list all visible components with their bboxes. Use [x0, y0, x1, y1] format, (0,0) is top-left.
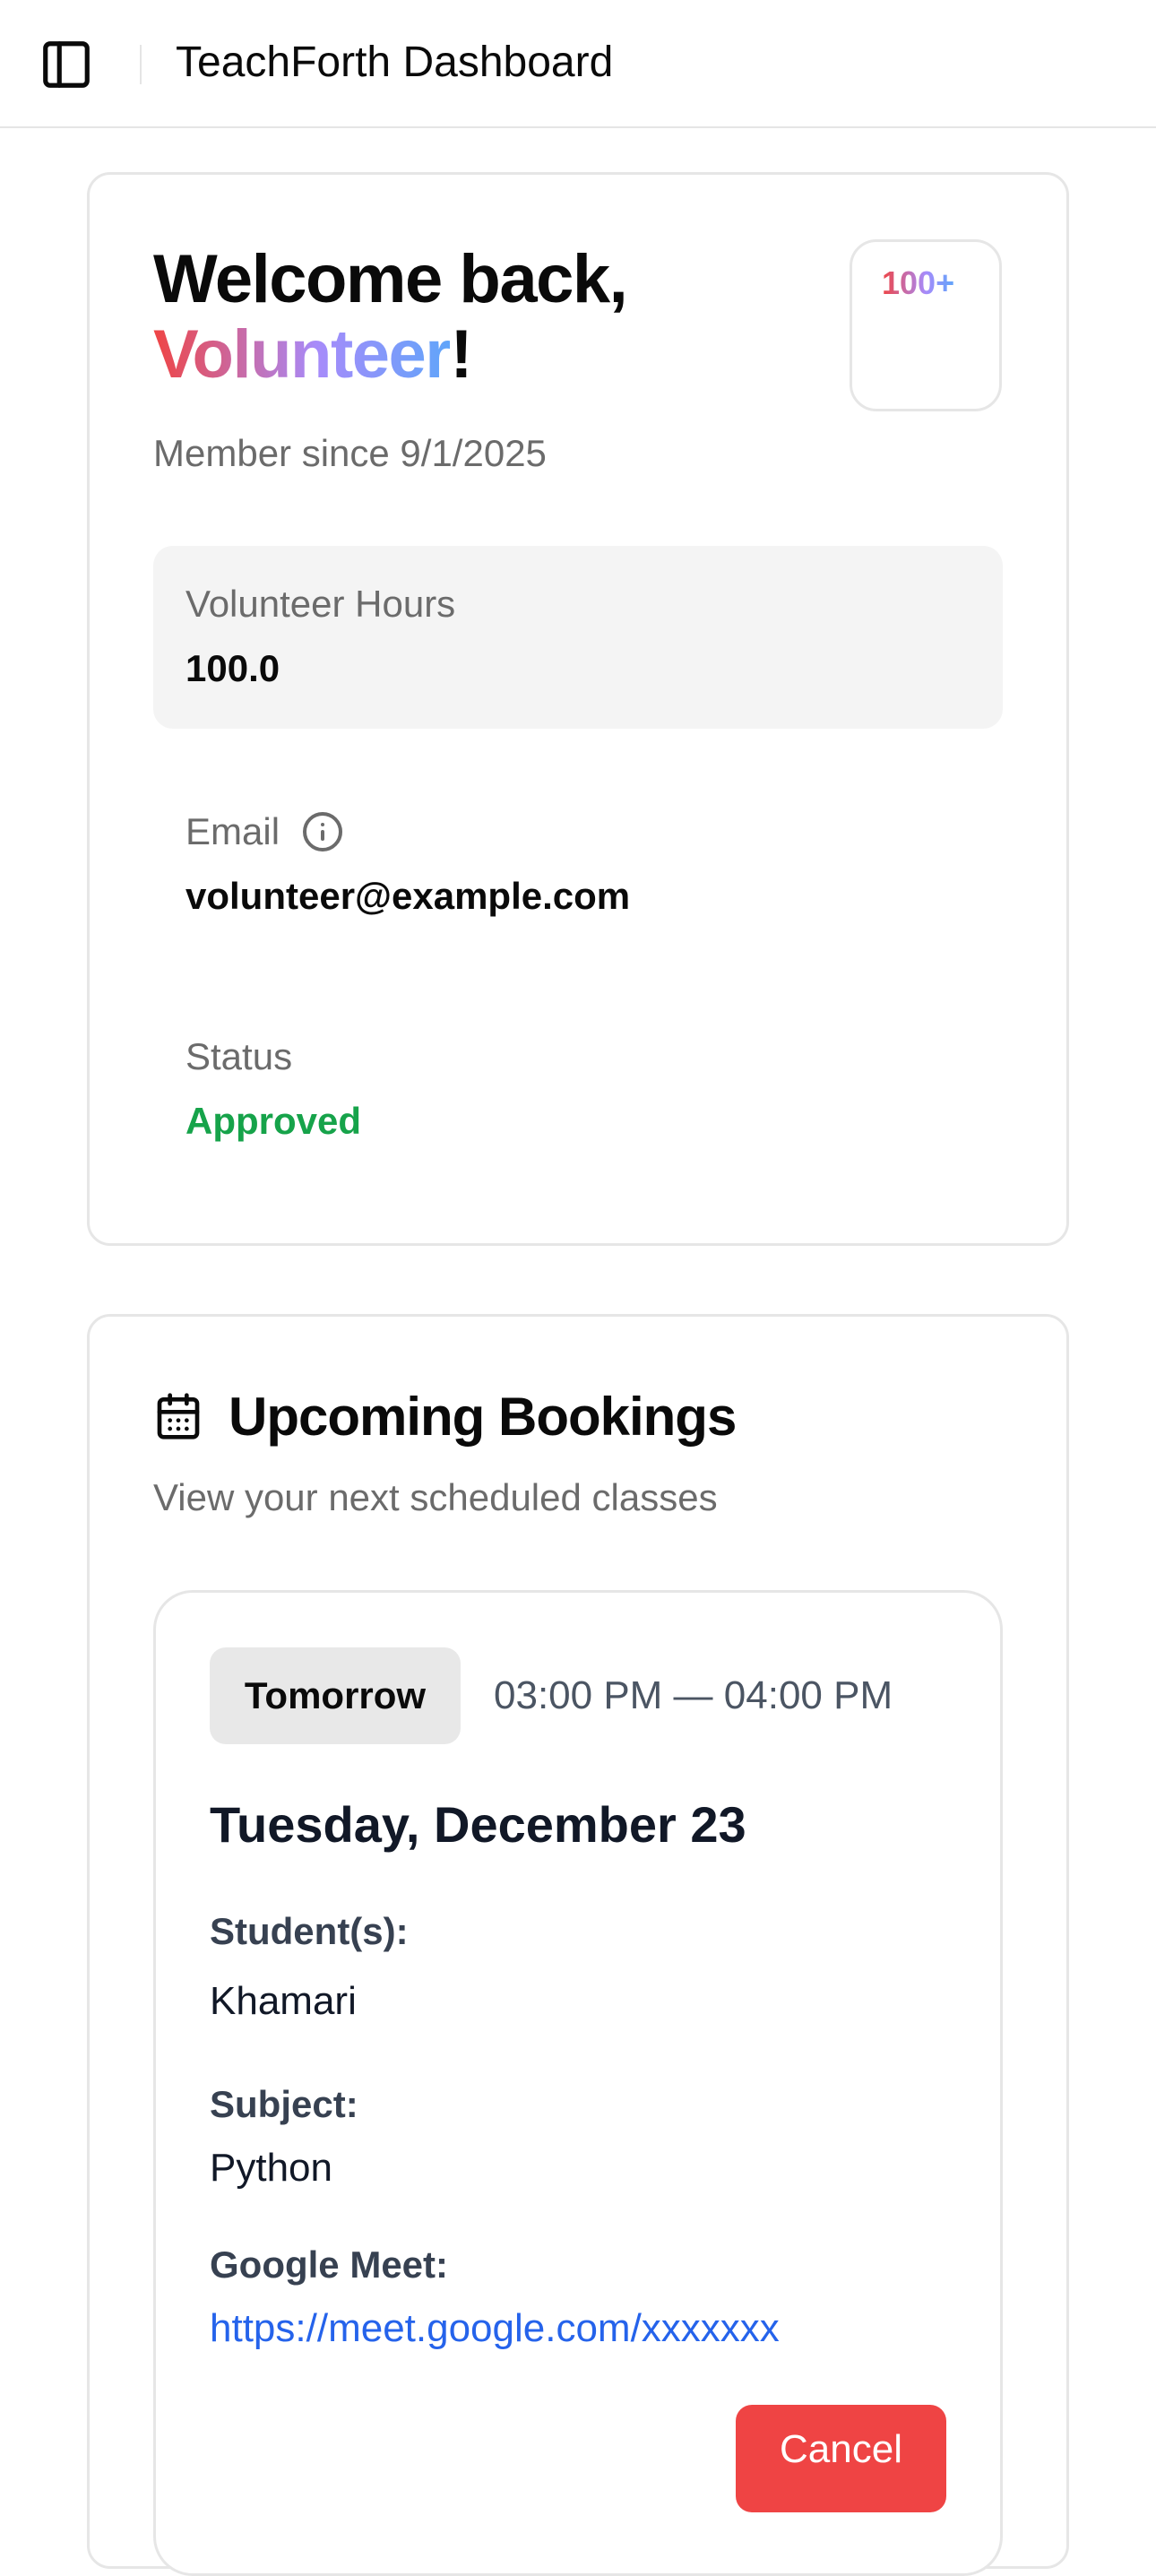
member-since: Member since 9/1/2025: [153, 432, 547, 474]
booking-day-pill: Tomorrow: [210, 1647, 461, 1744]
top-header: TeachForth Dashboard: [0, 0, 1156, 128]
cancel-button[interactable]: Cancel: [736, 2405, 946, 2512]
bookings-subtitle: View your next scheduled classes: [153, 1476, 718, 1518]
app-title: TeachForth Dashboard: [176, 39, 614, 86]
email-label: Email: [185, 810, 280, 852]
welcome-prefix: Welcome back,: [153, 241, 628, 317]
subject-label: Subject:: [210, 2083, 358, 2125]
welcome-exclamation: !: [450, 316, 472, 393]
subject-value: Python: [210, 2146, 332, 2190]
welcome-heading: Welcome back, Volunteer!: [153, 241, 628, 393]
google-meet-link[interactable]: https://meet.google.com/xxxxxxx: [210, 2304, 780, 2353]
hours-badge-label: 100+: [882, 264, 955, 301]
volunteer-hours-value: 100.0: [185, 647, 280, 689]
booking-time: 03:00 PM — 04:00 PM: [494, 1673, 893, 1717]
meet-label: Google Meet:: [210, 2243, 449, 2286]
students-value: Khamari: [210, 1979, 357, 2023]
user-name: Volunteer: [153, 316, 452, 393]
volunteer-hours-panel: [153, 546, 1003, 729]
bookings-title: Upcoming Bookings: [229, 1387, 737, 1447]
status-badge: Approved: [185, 1100, 362, 1142]
sidebar-toggle-icon: [43, 41, 90, 88]
email-value: volunteer@example.com: [185, 875, 631, 917]
booking-date: Tuesday, December 23: [210, 1796, 746, 1853]
welcome-name-line: Volunteer!: [153, 317, 626, 393]
header-divider: [140, 45, 142, 84]
sidebar-toggle-button[interactable]: [32, 30, 100, 99]
info-icon[interactable]: [301, 810, 344, 853]
volunteer-hours-label: Volunteer Hours: [185, 583, 456, 625]
students-label: Student(s):: [210, 1910, 409, 1952]
status-label: Status: [185, 1035, 293, 1077]
calendar-icon: [157, 1393, 200, 1439]
